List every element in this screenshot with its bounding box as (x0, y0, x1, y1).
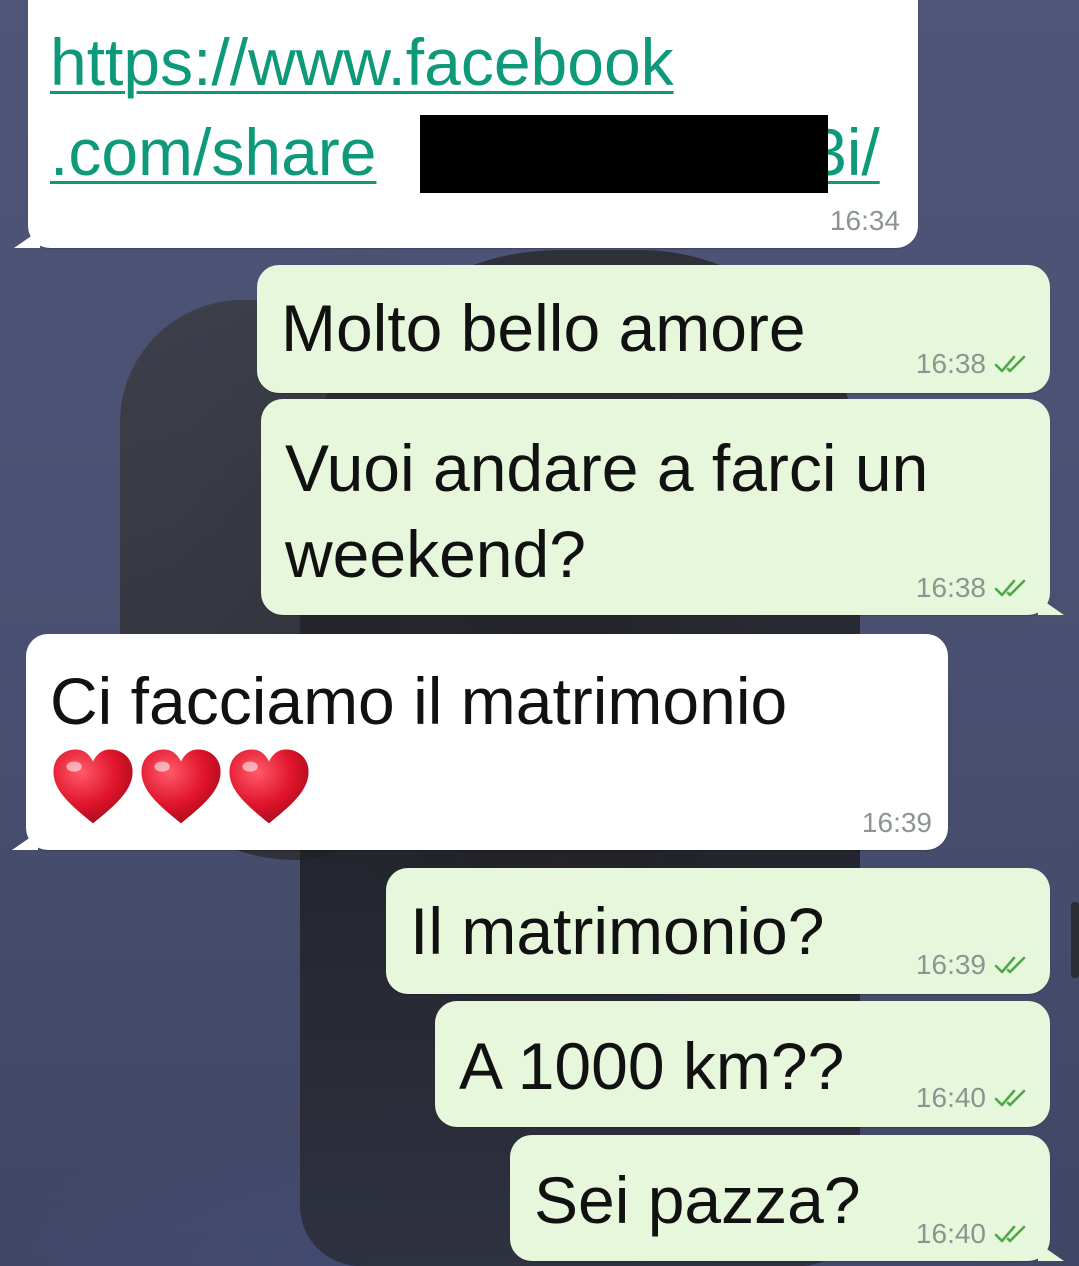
message-meta: 16:38 (916, 571, 1034, 605)
message-meta: 16:39 (916, 948, 1034, 982)
message-time: 16:34 (829, 205, 900, 236)
double-check-icon (994, 355, 1026, 373)
heart-emojis (50, 746, 312, 832)
double-check-icon (994, 1089, 1026, 1107)
bubble-tail (14, 230, 40, 248)
message-meta: 16:40 (916, 1217, 1034, 1251)
message-time: 16:38 (915, 572, 986, 603)
message-time: 16:39 (915, 949, 986, 980)
message-text: Il matrimonio? (410, 894, 825, 968)
message-meta: 16:40 (916, 1081, 1034, 1115)
bubble-tail (12, 832, 38, 850)
message-text: A 1000 km?? (459, 1029, 845, 1103)
message-meta: 16:34 (830, 204, 900, 238)
message-outgoing[interactable]: Molto bello amore 16:38 (257, 265, 1050, 393)
message-text-line1: Ci facciamo il matrimonio (50, 664, 788, 738)
shared-link-line1[interactable]: https://www.facebook (50, 25, 674, 99)
double-check-icon (994, 956, 1026, 974)
message-meta: 16:39 (862, 806, 932, 840)
bubble-tail (1038, 1243, 1064, 1261)
double-check-icon (994, 579, 1026, 597)
message-text-line1: Vuoi andare a farci un (285, 431, 929, 505)
shared-link-line2-start[interactable]: .com/share (50, 115, 376, 189)
message-text: Sei pazza? (534, 1163, 861, 1237)
redaction-box (420, 115, 828, 193)
message-time: 16:39 (861, 807, 932, 838)
message-outgoing[interactable]: A 1000 km?? 16:40 (435, 1001, 1050, 1127)
red-heart-icon (141, 749, 221, 824)
message-outgoing[interactable]: Sei pazza? 16:40 (510, 1135, 1064, 1261)
red-heart-icon (229, 749, 309, 824)
double-check-icon (994, 1225, 1026, 1243)
red-heart-icon (53, 749, 133, 824)
message-outgoing[interactable]: Il matrimonio? 16:39 (386, 868, 1050, 994)
message-incoming[interactable]: Ci facciamo il matrimonio 16:39 (12, 634, 948, 850)
bubble-tail (1038, 597, 1064, 615)
message-meta: 16:38 (916, 347, 1034, 381)
message-incoming-link[interactable]: https://www.facebook .com/share 3i/ 16:3… (14, 0, 918, 248)
message-text: Molto bello amore (281, 291, 806, 365)
message-time: 16:40 (915, 1218, 986, 1249)
message-text-line2: weekend? (285, 517, 586, 591)
scrollbar[interactable] (1071, 902, 1079, 978)
message-time: 16:40 (915, 1082, 986, 1113)
message-time: 16:38 (915, 348, 986, 379)
message-outgoing[interactable]: Vuoi andare a farci un weekend? 16:38 (261, 399, 1064, 615)
